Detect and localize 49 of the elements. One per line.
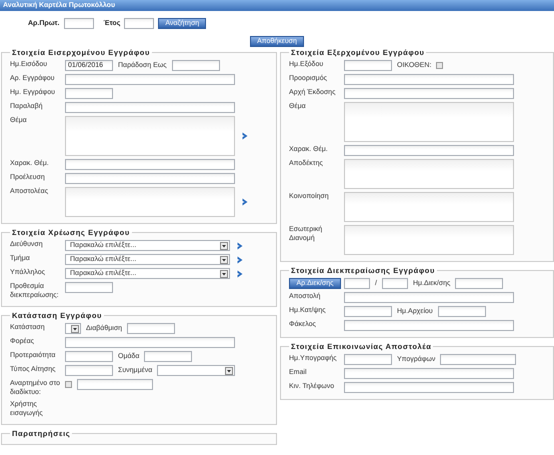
input-field[interactable] (65, 88, 113, 99)
input-field[interactable] (344, 88, 514, 99)
input-field[interactable] (344, 382, 514, 393)
input-field[interactable] (440, 354, 516, 365)
input-field[interactable] (65, 282, 113, 293)
input-field[interactable] (344, 320, 514, 331)
input-field[interactable] (65, 337, 235, 348)
text-area[interactable] (344, 102, 514, 142)
input-field[interactable] (172, 60, 220, 71)
input-field[interactable] (65, 351, 113, 362)
input-field[interactable] (438, 306, 486, 317)
text-area[interactable] (344, 192, 514, 222)
input-field[interactable] (144, 351, 192, 362)
text-area[interactable] (344, 225, 514, 255)
text-area[interactable] (344, 159, 514, 189)
input-field[interactable] (344, 368, 514, 379)
dropdown[interactable] (65, 323, 81, 334)
checkbox[interactable] (65, 381, 72, 388)
input-field[interactable] (344, 292, 514, 303)
input-field[interactable] (65, 173, 235, 184)
input-field[interactable] (382, 278, 408, 289)
input-field[interactable] (65, 159, 235, 170)
input-field[interactable] (77, 379, 153, 390)
input-field[interactable] (64, 18, 94, 28)
input-field[interactable] (344, 278, 370, 289)
input-field[interactable] (65, 365, 113, 376)
input-field[interactable] (344, 60, 392, 71)
input-field[interactable] (344, 145, 514, 156)
caret-icon (71, 324, 79, 332)
checkbox[interactable] (436, 62, 444, 69)
input-field[interactable] (344, 354, 392, 365)
input-field[interactable] (127, 323, 176, 334)
input-field[interactable] (344, 74, 514, 85)
chevron-right-icon[interactable] (242, 132, 248, 140)
chevron-right-icon[interactable] (237, 270, 243, 278)
caret-icon (225, 366, 234, 374)
input-field[interactable] (455, 278, 504, 289)
text-area[interactable] (65, 116, 235, 156)
input-field[interactable] (124, 18, 154, 28)
input-field[interactable] (65, 102, 235, 113)
caret-icon (220, 270, 228, 278)
text-area[interactable] (65, 187, 235, 217)
caret-icon (220, 256, 228, 264)
chevron-right-icon[interactable] (237, 256, 243, 264)
chevron-right-icon[interactable] (237, 242, 243, 250)
chevron-right-icon[interactable] (242, 198, 248, 206)
input-field[interactable] (65, 74, 235, 85)
input-field[interactable] (344, 306, 392, 317)
caret-icon (220, 242, 228, 250)
